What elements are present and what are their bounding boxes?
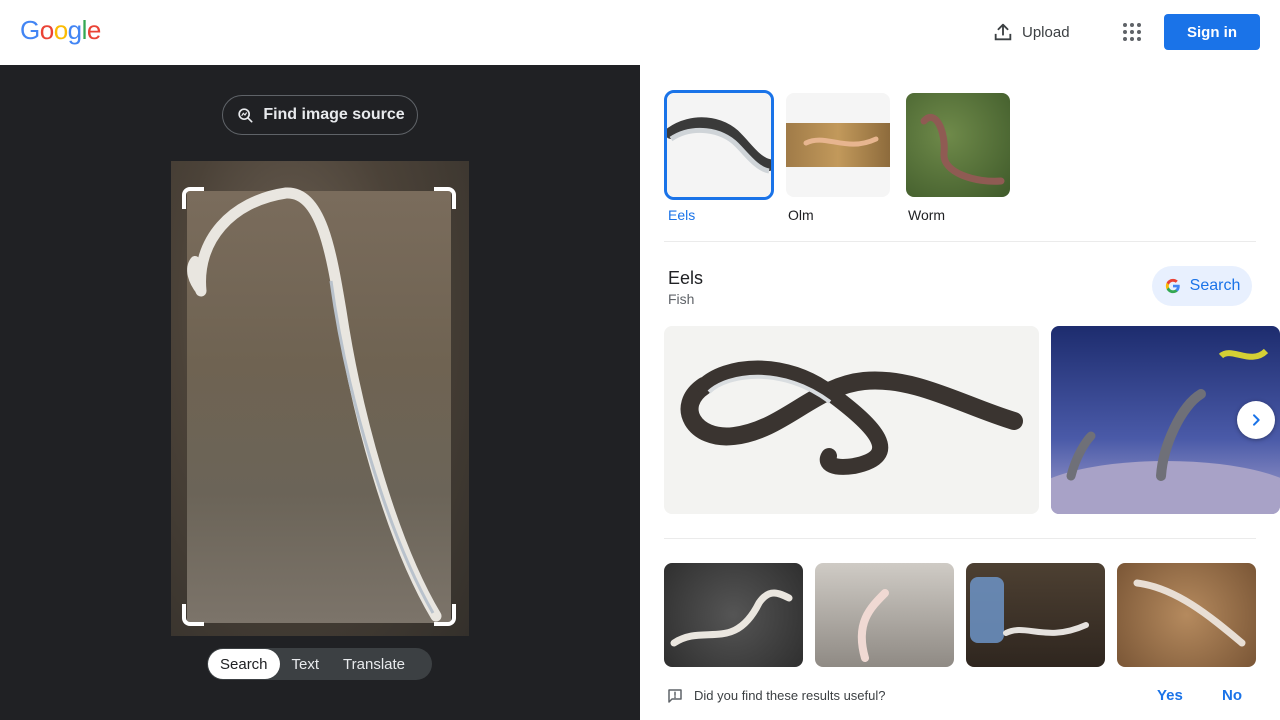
sign-in-button[interactable]: Sign in <box>1164 14 1260 50</box>
upload-label: Upload <box>1022 23 1070 41</box>
similar-images-grid <box>664 563 1256 667</box>
tab-text[interactable]: Text <box>280 649 332 679</box>
logo-letter: o <box>53 15 68 45</box>
mode-tabs: Search Text Translate <box>207 648 432 680</box>
query-image-panel: Find image source Search Text Translate <box>0 65 640 720</box>
match-label: Worm <box>908 207 946 223</box>
results-panel: Eels Olm Worm Eels Fish Search Did you f… <box>640 65 1280 720</box>
upload-button[interactable]: Upload <box>992 20 1070 44</box>
match-label: Eels <box>668 207 696 223</box>
image-search-icon <box>238 108 253 123</box>
match-thumb <box>786 93 890 197</box>
result-image-large[interactable] <box>664 326 1039 514</box>
upload-icon <box>994 23 1012 41</box>
google-g-icon <box>1165 278 1180 294</box>
similar-image[interactable] <box>664 563 803 667</box>
find-image-source-label: Find image source <box>263 106 405 123</box>
crop-handle-top-right[interactable] <box>434 187 456 209</box>
google-logo[interactable]: Google <box>20 15 101 46</box>
similar-image[interactable] <box>815 563 954 667</box>
feedback-no-button[interactable]: No <box>1222 687 1242 704</box>
feedback-icon <box>668 689 682 703</box>
divider <box>664 241 1256 242</box>
entity-search-button[interactable]: Search <box>1152 266 1252 306</box>
entity-subtitle: Fish <box>668 291 695 307</box>
entity-search-label: Search <box>1189 277 1241 294</box>
chevron-right-icon <box>1253 414 1260 426</box>
entity-title: Eels <box>668 268 704 288</box>
match-thumb <box>667 93 771 197</box>
tab-translate[interactable]: Translate <box>331 649 417 679</box>
divider <box>664 538 1256 539</box>
match-thumb <box>906 93 1010 197</box>
logo-letter: e <box>86 15 101 45</box>
crop-handle-bottom-left[interactable] <box>182 604 204 626</box>
tab-search[interactable]: Search <box>208 649 280 679</box>
query-image <box>171 161 469 636</box>
carousel-next-button[interactable] <box>1237 401 1275 439</box>
similar-image[interactable] <box>1117 563 1256 667</box>
eel-illustration <box>187 187 442 622</box>
crop-handle-top-left[interactable] <box>182 187 204 209</box>
visual-matches-chips: Eels Olm Worm <box>664 90 1012 223</box>
apps-grid-icon[interactable] <box>1120 20 1144 44</box>
feedback-yes-button[interactable]: Yes <box>1157 687 1183 704</box>
logo-letter: g <box>67 15 82 45</box>
feedback-bar: Did you find these results useful? Yes N… <box>640 671 1280 720</box>
match-label: Olm <box>788 207 814 223</box>
crop-handle-bottom-right[interactable] <box>434 604 456 626</box>
logo-letter: o <box>39 15 54 45</box>
match-chip-olm[interactable]: Olm <box>784 90 892 223</box>
similar-image[interactable] <box>966 563 1105 667</box>
find-image-source-button[interactable]: Find image source <box>222 95 418 135</box>
feedback-question: Did you find these results useful? <box>694 688 886 703</box>
logo-letter: G <box>20 15 40 45</box>
match-chip-eels[interactable]: Eels <box>664 90 774 223</box>
match-chip-worm[interactable]: Worm <box>904 90 1012 223</box>
top-bar: Google Upload Sign in <box>0 0 1280 65</box>
